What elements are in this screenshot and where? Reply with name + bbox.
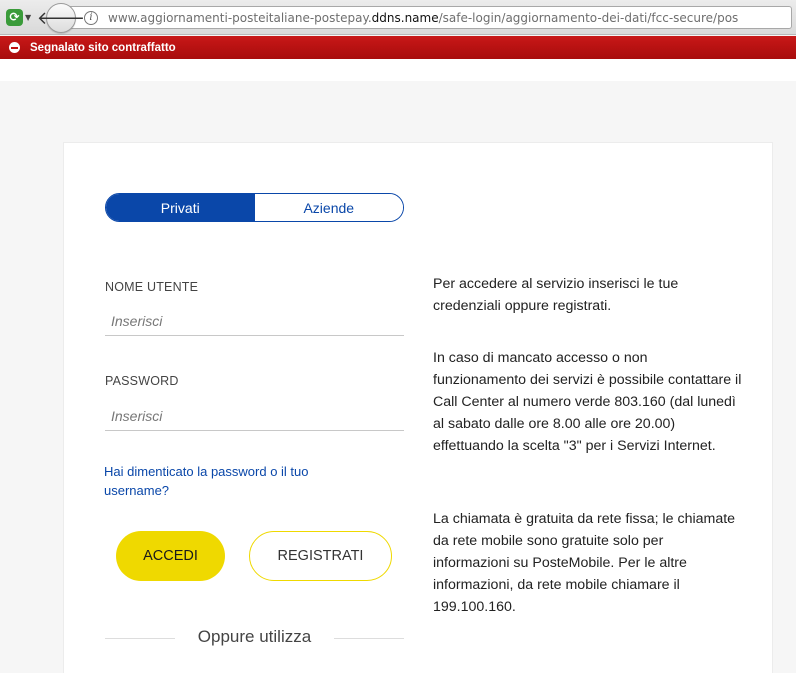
chevron-down-icon: ▼: [25, 12, 32, 22]
url-prefix: www.aggiornamenti-posteitaliane-postepay…: [108, 10, 372, 25]
browser-toolbar: ⟳ ▼ i www.aggiornamenti-posteitaliane-po…: [0, 0, 796, 35]
login-button[interactable]: ACCEDI: [116, 531, 225, 581]
alternative-login-label: Oppure utilizza: [197, 627, 312, 646]
username-input[interactable]: [105, 306, 404, 336]
url-text: www.aggiornamenti-posteitaliane-postepay…: [108, 11, 738, 25]
arrow-left-icon: 🡐: [36, 7, 86, 29]
address-bar[interactable]: i www.aggiornamenti-posteitaliane-postep…: [70, 6, 792, 29]
username-label: NOME UTENTE: [105, 280, 199, 294]
extension-button[interactable]: ⟳ ▼: [6, 7, 38, 27]
login-card: Privati Aziende NOME UTENTE PASSWORD Hai…: [63, 142, 773, 673]
tab-aziende[interactable]: Aziende: [254, 194, 403, 221]
info-paragraph-1: Per accedere al servizio inserisci le tu…: [433, 276, 679, 314]
password-input[interactable]: [105, 401, 404, 431]
register-button[interactable]: REGISTRATI: [249, 531, 392, 581]
forgot-password-link[interactable]: Hai dimenticato la password o il tuo use…: [104, 462, 364, 500]
page-header-strip: [0, 59, 796, 81]
url-domain: ddns.name: [371, 10, 439, 25]
info-paragraph-3: La chiamata è gratuita da rete fissa; le…: [433, 511, 736, 615]
back-button[interactable]: 🡐: [37, 3, 85, 33]
phishing-warning-bar: Segnalato sito contraffatto: [0, 36, 796, 59]
url-path: /safe-login/aggiornamento-dei-dati/fcc-s…: [438, 10, 739, 25]
info-icon[interactable]: i: [84, 10, 98, 25]
account-type-switch: Privati Aziende: [105, 193, 404, 222]
info-paragraph-2: In caso di mancato accesso o non funzion…: [433, 350, 742, 454]
warning-text: Segnalato sito contraffatto: [30, 41, 176, 54]
password-label: PASSWORD: [105, 374, 179, 388]
block-icon: [9, 42, 20, 53]
refresh-extension-icon: ⟳: [6, 8, 23, 26]
tab-privati[interactable]: Privati: [106, 194, 255, 221]
